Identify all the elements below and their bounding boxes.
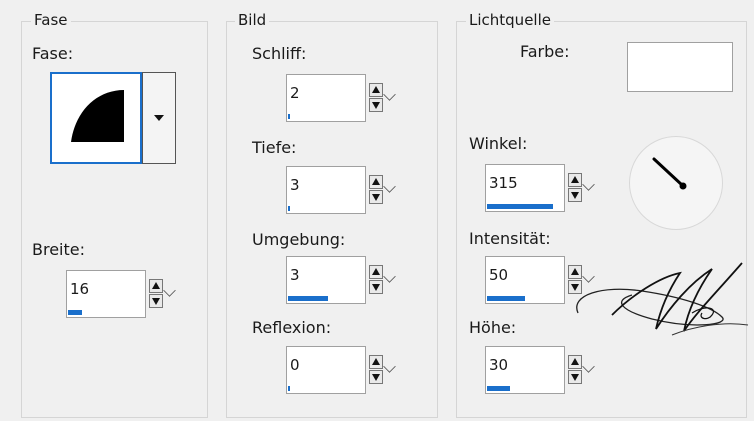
tiefe-spin-buttons <box>368 175 396 205</box>
spin-down-icon[interactable] <box>369 370 383 384</box>
reflexion-spin-buttons <box>368 355 396 385</box>
tiefe-slider[interactable] <box>288 206 364 211</box>
winkel-spin-buttons <box>567 173 595 203</box>
intensitaet-label: Intensität: <box>469 229 551 248</box>
schliff-spinner: 2 <box>286 74 396 122</box>
hoehe-value: 30 <box>489 356 509 374</box>
spin-up-icon[interactable] <box>369 265 383 279</box>
breite-spinner: 16 <box>66 270 176 318</box>
spin-down-icon[interactable] <box>568 370 582 384</box>
farbe-label: Farbe: <box>520 42 570 61</box>
intensitaet-input[interactable]: 50 <box>485 256 565 304</box>
hoehe-input[interactable]: 30 <box>485 346 565 394</box>
intensitaet-value: 50 <box>489 266 509 284</box>
umgebung-label: Umgebung: <box>252 230 346 249</box>
hoehe-spinner: 30 <box>485 346 595 394</box>
chevron-down-icon[interactable] <box>383 88 396 101</box>
angle-dial-icon <box>652 157 687 190</box>
breite-slider[interactable] <box>68 310 144 315</box>
winkel-label: Winkel: <box>469 134 528 153</box>
spin-up-icon[interactable] <box>369 175 383 189</box>
breite-input[interactable]: 16 <box>66 270 146 318</box>
umgebung-input[interactable]: 3 <box>286 256 366 304</box>
winkel-dial[interactable] <box>629 136 723 230</box>
umgebung-value: 3 <box>290 266 300 284</box>
umgebung-slider[interactable] <box>288 296 364 301</box>
spin-down-icon[interactable] <box>369 190 383 204</box>
spin-down-icon[interactable] <box>568 188 582 202</box>
spin-up-icon[interactable] <box>568 355 582 369</box>
schliff-label: Schliff: <box>252 44 307 63</box>
chevron-down-icon[interactable] <box>163 284 176 297</box>
farbe-color-swatch[interactable] <box>627 42 733 92</box>
tiefe-input[interactable]: 3 <box>286 166 366 214</box>
chevron-down-icon[interactable] <box>582 178 595 191</box>
tiefe-value: 3 <box>290 176 300 194</box>
bevel-dropdown-button[interactable] <box>142 72 176 164</box>
schliff-value: 2 <box>290 84 300 102</box>
spin-down-icon[interactable] <box>149 294 163 308</box>
bevel-preview[interactable] <box>50 72 142 164</box>
breite-spin-buttons <box>148 279 176 309</box>
spin-up-icon[interactable] <box>149 279 163 293</box>
winkel-spinner: 315 <box>485 164 595 212</box>
chevron-down-icon[interactable] <box>383 180 396 193</box>
breite-level-bar <box>68 310 82 315</box>
winkel-input[interactable]: 315 <box>485 164 565 212</box>
hoehe-label: Höhe: <box>469 318 517 337</box>
chevron-down-icon[interactable] <box>383 360 396 373</box>
breite-value: 16 <box>70 280 90 298</box>
chevron-down-icon[interactable] <box>582 360 595 373</box>
hoehe-spin-buttons <box>567 355 595 385</box>
schliff-spin-buttons <box>368 83 396 113</box>
spin-up-icon[interactable] <box>369 83 383 97</box>
spin-down-icon[interactable] <box>369 98 383 112</box>
schliff-slider[interactable] <box>288 114 364 119</box>
lichtquelle-group-legend: Lichtquelle <box>466 11 554 29</box>
reflexion-label: Reflexion: <box>252 318 332 337</box>
schliff-level-bar <box>288 114 290 119</box>
winkel-slider[interactable] <box>487 204 563 209</box>
chevron-down-icon[interactable] <box>383 270 396 283</box>
signature-watermark <box>576 262 749 336</box>
fase-group-legend: Fase <box>31 11 71 29</box>
fase-label: Fase: <box>32 44 74 63</box>
tiefe-level-bar <box>288 206 290 211</box>
reflexion-level-bar <box>288 386 290 391</box>
hoehe-level-bar <box>487 386 510 391</box>
intensitaet-slider[interactable] <box>487 296 563 301</box>
reflexion-input[interactable]: 0 <box>286 346 366 394</box>
reflexion-slider[interactable] <box>288 386 364 391</box>
intensitaet-level-bar <box>487 296 525 301</box>
breite-label: Breite: <box>32 240 85 259</box>
winkel-level-bar <box>487 204 554 209</box>
dropdown-arrow-icon <box>154 115 164 121</box>
tiefe-label: Tiefe: <box>252 138 297 157</box>
spin-down-icon[interactable] <box>369 280 383 294</box>
umgebung-level-bar <box>288 296 329 301</box>
schliff-input[interactable]: 2 <box>286 74 366 122</box>
spin-up-icon[interactable] <box>369 355 383 369</box>
umgebung-spinner: 3 <box>286 256 396 304</box>
tiefe-spinner: 3 <box>286 166 396 214</box>
reflexion-spinner: 0 <box>286 346 396 394</box>
hoehe-slider[interactable] <box>487 386 563 391</box>
bild-group-legend: Bild <box>235 11 270 29</box>
quarter-round-bevel-icon <box>71 90 124 142</box>
umgebung-spin-buttons <box>368 265 396 295</box>
reflexion-value: 0 <box>290 356 300 374</box>
spin-up-icon[interactable] <box>568 173 582 187</box>
winkel-value: 315 <box>489 174 518 192</box>
